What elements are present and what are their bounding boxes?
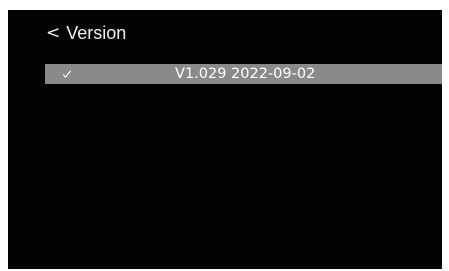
back-button[interactable]: < Version	[46, 21, 126, 45]
list-item-version[interactable]: V1.029 2022-09-02	[45, 64, 442, 84]
check-icon	[62, 70, 72, 78]
page-title: Version	[66, 23, 127, 43]
settings-screen: < Version V1.029 2022-09-02	[8, 10, 442, 269]
chevron-left-icon: <	[46, 23, 61, 43]
version-label: V1.029 2022-09-02	[175, 66, 316, 82]
version-list: V1.029 2022-09-02	[45, 64, 442, 84]
header: < Version	[8, 10, 442, 56]
